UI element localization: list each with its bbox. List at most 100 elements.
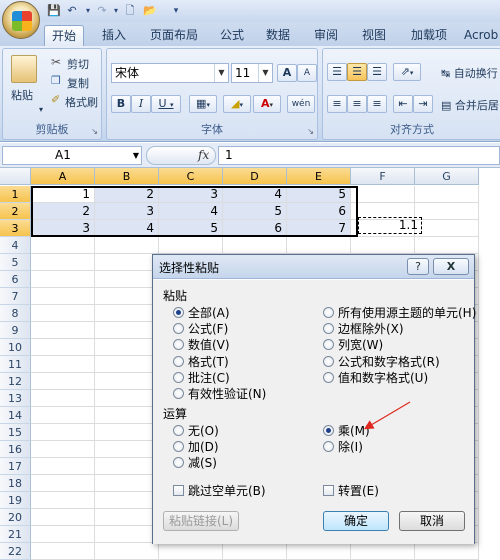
row-header-2[interactable]: 2 — [0, 203, 31, 220]
cell-a14[interactable] — [31, 407, 95, 424]
cell-e1[interactable]: 5 — [287, 186, 351, 203]
column-header-a[interactable]: A — [31, 168, 95, 185]
cell-f22[interactable] — [351, 543, 415, 560]
copied-cell-f3[interactable]: 1.1 — [358, 217, 422, 234]
paste-right-option-2[interactable]: 列宽(W) — [323, 337, 383, 353]
name-box[interactable]: A1 ▼ — [2, 146, 142, 165]
tab-review[interactable]: 审阅 — [306, 25, 346, 46]
tab-data[interactable]: 数据 — [258, 25, 298, 46]
paste-right-radio-3[interactable] — [323, 355, 334, 367]
orientation-button[interactable]: ⇗▾ — [393, 63, 421, 81]
paste-right-radio-1[interactable] — [323, 323, 334, 335]
cell-b17[interactable] — [95, 458, 159, 475]
transpose-checkbox[interactable]: 转置(E) — [323, 483, 379, 499]
align-bottom-button[interactable]: ☰ — [367, 63, 387, 81]
row-header-5[interactable]: 5 — [0, 254, 31, 271]
row-header-17[interactable]: 17 — [0, 458, 31, 475]
paste-right-option-1[interactable]: 边框除外(X) — [323, 321, 404, 337]
cell-b21[interactable] — [95, 526, 159, 543]
paste-left-radio-4[interactable] — [173, 371, 184, 383]
cell-b10[interactable] — [95, 339, 159, 356]
cell-b5[interactable] — [95, 254, 159, 271]
skip-blanks-checkbox[interactable]: 跳过空单元(B) — [173, 483, 266, 499]
paste-right-option-4[interactable]: 值和数字格式(U) — [323, 370, 428, 386]
row-header-1[interactable]: 1 — [0, 186, 31, 203]
open-icon[interactable]: 📂 — [142, 3, 158, 19]
cell-b4[interactable] — [95, 237, 159, 254]
cell-a17[interactable] — [31, 458, 95, 475]
column-header-b[interactable]: B — [95, 168, 159, 185]
cell-g3[interactable] — [415, 220, 479, 237]
office-button[interactable] — [2, 1, 40, 39]
cell-a12[interactable] — [31, 373, 95, 390]
row-header-12[interactable]: 12 — [0, 373, 31, 390]
cell-c3[interactable]: 5 — [159, 220, 223, 237]
copy-button[interactable]: 复制 — [67, 75, 89, 91]
cell-c4[interactable] — [159, 237, 223, 254]
tab-home[interactable]: 开始 — [44, 25, 84, 46]
paste-left-option-4[interactable]: 批注(C) — [173, 370, 230, 386]
row-header-20[interactable]: 20 — [0, 509, 31, 526]
borders-dropdown-icon[interactable]: ▾ — [206, 101, 210, 109]
row-header-15[interactable]: 15 — [0, 424, 31, 441]
operation-left-option-0[interactable]: 无(O) — [173, 423, 219, 439]
cell-g4[interactable] — [415, 237, 479, 254]
formula-input[interactable]: 1 — [218, 146, 500, 165]
row-header-14[interactable]: 14 — [0, 407, 31, 424]
column-header-d[interactable]: D — [223, 168, 287, 185]
cell-b19[interactable] — [95, 492, 159, 509]
paste-right-option-3[interactable]: 公式和数字格式(R) — [323, 354, 440, 370]
cell-d4[interactable] — [223, 237, 287, 254]
cell-b2[interactable]: 3 — [95, 203, 159, 220]
format-painter-button[interactable]: 格式刷 — [65, 94, 98, 110]
tab-acrobat[interactable]: Acrob — [464, 25, 500, 46]
cell-a4[interactable] — [31, 237, 95, 254]
cell-b3[interactable]: 4 — [95, 220, 159, 237]
cell-a3[interactable]: 3 — [31, 220, 95, 237]
underline-button[interactable]: U ▾ — [151, 95, 181, 113]
operation-left-radio-2[interactable] — [173, 457, 184, 469]
cell-d3[interactable]: 6 — [223, 220, 287, 237]
cell-b8[interactable] — [95, 305, 159, 322]
operation-left-option-1[interactable]: 加(D) — [173, 439, 219, 455]
merge-center-button[interactable]: ▤ 合并后居 — [441, 97, 499, 113]
paste-left-radio-5[interactable] — [173, 388, 184, 399]
operation-left-radio-1[interactable] — [173, 441, 184, 453]
row-header-16[interactable]: 16 — [0, 441, 31, 458]
column-header-c[interactable]: C — [159, 168, 223, 185]
fill-color-button[interactable]: ◢▾ — [223, 95, 251, 113]
font-launcher-icon[interactable]: ↘ — [307, 127, 314, 136]
row-header-3[interactable]: 3 — [0, 220, 31, 237]
paste-left-radio-2[interactable] — [173, 339, 184, 351]
cell-e4[interactable] — [287, 237, 351, 254]
paste-left-option-1[interactable]: 公式(F) — [173, 321, 228, 337]
insert-function-button[interactable]: fx — [198, 146, 209, 165]
cell-g22[interactable] — [415, 543, 479, 560]
row-header-21[interactable]: 21 — [0, 526, 31, 543]
cell-b20[interactable] — [95, 509, 159, 526]
cell-a6[interactable] — [31, 271, 95, 288]
wrap-text-button[interactable]: ↹ 自动换行 — [441, 65, 498, 81]
paste-left-option-2[interactable]: 数值(V) — [173, 337, 230, 353]
paste-left-option-0[interactable]: 全部(A) — [173, 305, 230, 321]
row-header-7[interactable]: 7 — [0, 288, 31, 305]
font-color-dropdown-icon[interactable]: ▾ — [270, 101, 274, 109]
cell-d22[interactable] — [223, 543, 287, 560]
row-header-6[interactable]: 6 — [0, 271, 31, 288]
cell-a7[interactable] — [31, 288, 95, 305]
font-size-combo[interactable]: 11 ▼ — [231, 63, 273, 83]
help-button[interactable]: ? — [407, 258, 429, 275]
cell-a8[interactable] — [31, 305, 95, 322]
cell-a1[interactable]: 1 — [31, 186, 95, 203]
row-header-11[interactable]: 11 — [0, 356, 31, 373]
italic-button[interactable]: I — [131, 95, 151, 113]
cell-f1[interactable] — [351, 186, 415, 203]
operation-left-option-2[interactable]: 减(S) — [173, 455, 217, 471]
increase-indent-button[interactable]: ⇥ — [413, 95, 433, 113]
paste-left-option-5[interactable]: 有效性验证(N) — [173, 386, 266, 402]
row-header-4[interactable]: 4 — [0, 237, 31, 254]
cell-b22[interactable] — [95, 543, 159, 560]
cell-e22[interactable] — [287, 543, 351, 560]
tab-formulas[interactable]: 公式 — [212, 25, 252, 46]
align-middle-button[interactable]: ☰ — [347, 63, 367, 81]
